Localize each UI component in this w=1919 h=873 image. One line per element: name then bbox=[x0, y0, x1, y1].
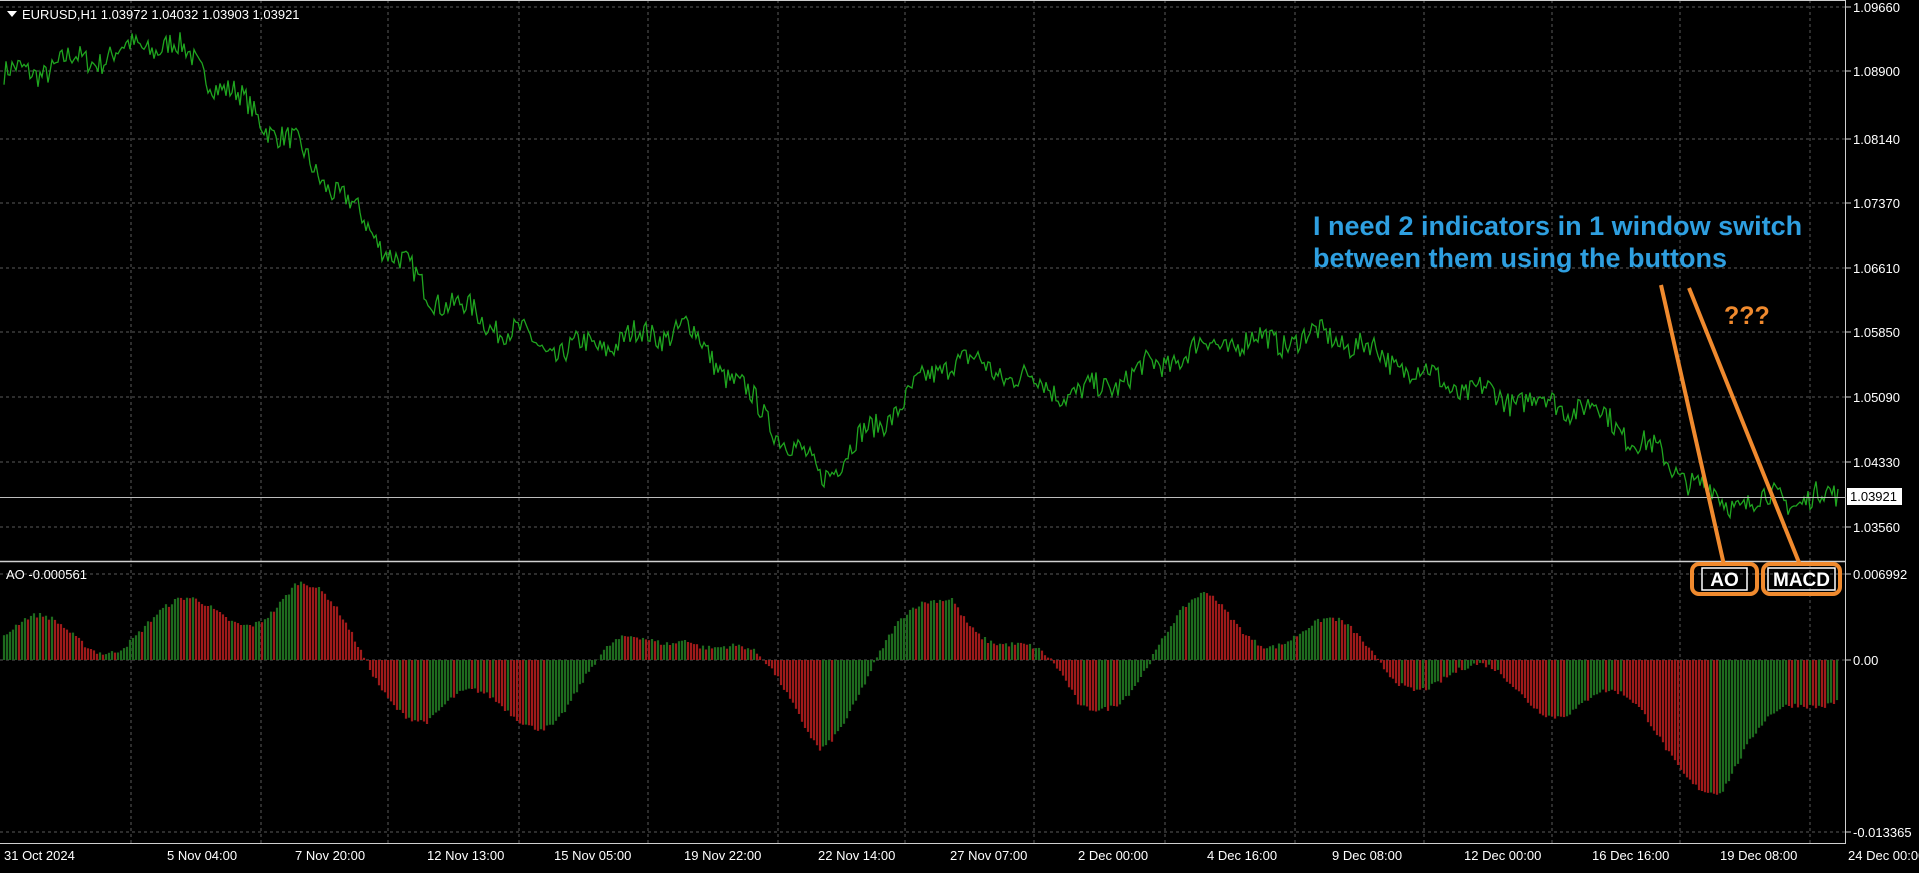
price-axis-label: 1.05850 bbox=[1853, 325, 1900, 340]
time-axis-label: 5 Nov 04:00 bbox=[167, 848, 237, 863]
ao-histogram bbox=[2, 581, 1839, 795]
price-line bbox=[3, 32, 1839, 520]
price-axis-label: 1.05090 bbox=[1853, 390, 1900, 405]
price-series bbox=[3, 32, 1839, 520]
time-axis-label: 16 Dec 16:00 bbox=[1592, 848, 1669, 863]
price-axis-label: 1.08900 bbox=[1853, 64, 1900, 79]
price-axis-label: 1.09660 bbox=[1853, 0, 1900, 15]
time-axis-label: 22 Nov 14:00 bbox=[818, 848, 895, 863]
price-axis-label: 1.08140 bbox=[1853, 132, 1900, 147]
macd-button[interactable]: MACD bbox=[1761, 562, 1842, 596]
ao-button[interactable]: AO bbox=[1690, 562, 1759, 596]
annotation-line2: between them using the buttons bbox=[1313, 243, 1727, 273]
arrow-to-ao bbox=[1659, 284, 1726, 566]
time-axis-label: 24 Dec 00:00 bbox=[1848, 848, 1919, 863]
time-axis-label: 4 Dec 16:00 bbox=[1207, 848, 1277, 863]
current-price-label: 1.03921 bbox=[1850, 489, 1897, 504]
time-axis-label: 19 Nov 22:00 bbox=[684, 848, 761, 863]
ao-axis: 0.006992 0.00 -0.013365 bbox=[1846, 567, 1912, 840]
time-axis: 31 Oct 2024 5 Nov 04:00 7 Nov 20:00 12 Nov … bbox=[4, 848, 1919, 863]
price-axis-label: 1.04330 bbox=[1853, 455, 1900, 470]
symbol-info: EURUSD,H1 1.03972 1.04032 1.03903 1.0392… bbox=[22, 7, 300, 22]
annotation-line1: I need 2 indicators in 1 window switch bbox=[1313, 211, 1802, 241]
ao-label: AO -0.000561 bbox=[6, 567, 87, 582]
time-axis-label: 31 Oct 2024 bbox=[4, 848, 75, 863]
time-axis-label: 12 Nov 13:00 bbox=[427, 848, 504, 863]
ao-axis-label: -0.013365 bbox=[1853, 825, 1912, 840]
time-axis-label: 19 Dec 08:00 bbox=[1720, 848, 1797, 863]
time-axis-label: 7 Nov 20:00 bbox=[295, 848, 365, 863]
time-axis-label: 2 Dec 00:00 bbox=[1078, 848, 1148, 863]
ao-button-label: AO bbox=[1710, 570, 1739, 591]
price-axis-label: 1.06610 bbox=[1853, 261, 1900, 276]
ao-axis-label: 0.006992 bbox=[1853, 567, 1907, 582]
time-axis-label: 27 Nov 07:00 bbox=[950, 848, 1027, 863]
chart-canvas[interactable]: 1.03921 1.09660 1.08900 1.08140 1.07370 1.06… bbox=[0, 0, 1919, 868]
time-axis-label: 9 Dec 08:00 bbox=[1332, 848, 1402, 863]
question-marks: ??? bbox=[1724, 302, 1770, 330]
price-axis-label: 1.03560 bbox=[1853, 520, 1900, 535]
ao-axis-label: 0.00 bbox=[1853, 653, 1878, 668]
price-axis: 1.09660 1.08900 1.08140 1.07370 1.06610 1.058… bbox=[1846, 0, 1900, 535]
time-axis-label: 12 Dec 00:00 bbox=[1464, 848, 1541, 863]
macd-button-label: MACD bbox=[1773, 570, 1830, 591]
price-axis-label: 1.07370 bbox=[1853, 196, 1900, 211]
mt-chart-window[interactable]: 1.03921 1.09660 1.08900 1.08140 1.07370 1.06… bbox=[0, 0, 1919, 868]
dropdown-triangle-icon[interactable] bbox=[7, 11, 17, 17]
time-axis-label: 15 Nov 05:00 bbox=[554, 848, 631, 863]
